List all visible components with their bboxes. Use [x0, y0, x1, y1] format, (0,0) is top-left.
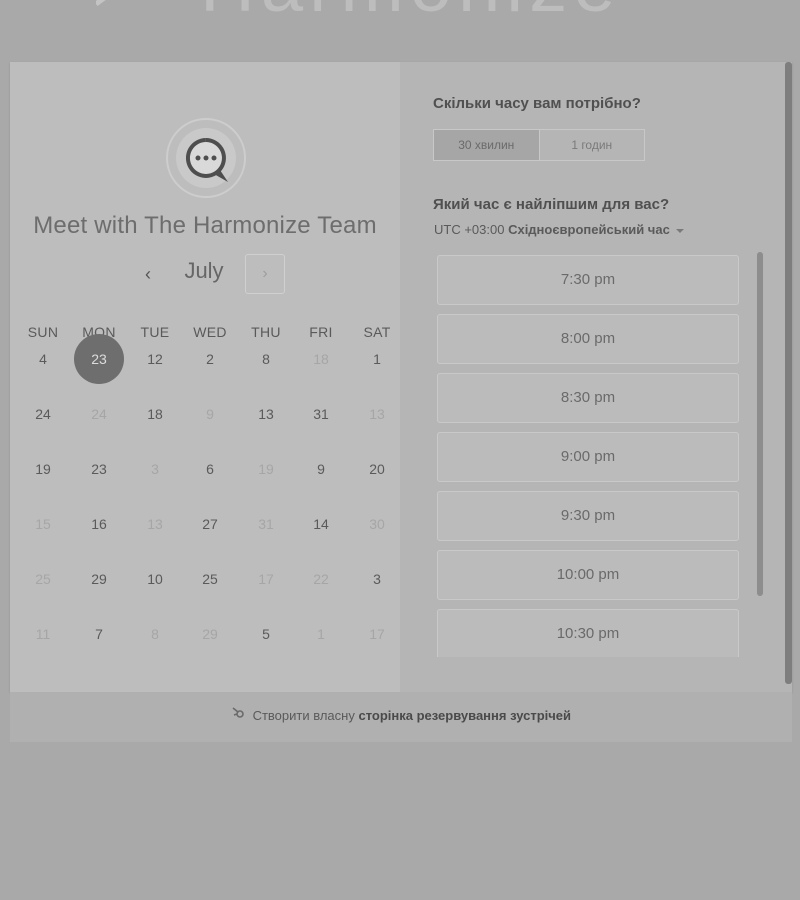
calendar-day[interactable]: 31 — [296, 389, 346, 439]
hubspot-sprocket-icon — [231, 692, 245, 740]
calendar-day[interactable]: 2 — [185, 334, 235, 384]
calendar-day: 15 — [35, 516, 51, 532]
calendar-day: 25 — [35, 571, 51, 587]
calendar-day[interactable]: 16 — [74, 499, 124, 549]
footer-bar: Створити власну сторінка резервування зу… — [10, 692, 792, 742]
duration-option-60[interactable]: 1 годин — [540, 130, 645, 160]
duration-question: Скільки часу вам потрібно? — [433, 95, 641, 112]
calendar-day[interactable]: 10 — [130, 554, 180, 604]
footer-link[interactable]: сторінка резервування зустрічей — [358, 708, 571, 723]
calendar-day: 19 — [258, 461, 274, 477]
prev-month-button[interactable]: ‹ — [134, 260, 162, 288]
timezone-offset: UTC +03:00 — [434, 222, 505, 237]
host-avatar — [166, 118, 246, 198]
month-navigation: ‹ July › — [10, 254, 400, 298]
calendar-day: 24 — [91, 406, 107, 422]
time-panel: Скільки часу вам потрібно? 30 хвилин 1 г… — [400, 62, 792, 692]
time-slot-button[interactable]: 7:30 pm — [437, 255, 739, 305]
calendar-day[interactable]: 6 — [185, 444, 235, 494]
time-slot-button[interactable]: 8:00 pm — [437, 314, 739, 364]
calendar-day: 30 — [369, 516, 385, 532]
calendar-day[interactable]: 24 — [18, 389, 68, 439]
chevron-down-icon — [675, 228, 684, 233]
chat-bubble-icon — [185, 138, 228, 182]
calendar-day[interactable]: 29 — [74, 554, 124, 604]
meetings-widget: Meet with The Harmonize Team ‹ July › SU… — [10, 62, 792, 692]
calendar-day[interactable]: 19 — [18, 444, 68, 494]
time-slot-list: 7:30 pm 8:00 pm 8:30 pm 9:00 pm 9:30 pm 10:00… — [437, 255, 741, 657]
month-label: July — [184, 258, 224, 283]
calendar-day[interactable]: 18 — [130, 389, 180, 439]
calendar-day[interactable]: 13 — [241, 389, 291, 439]
time-slot-button[interactable]: 8:30 pm — [437, 373, 739, 423]
timezone-name: Східноєвропейський час — [508, 222, 670, 237]
harmonize-logo-icon — [96, 0, 106, 7]
calendar-day[interactable]: 1 — [352, 334, 402, 384]
slot-list-scrollbar[interactable] — [757, 252, 763, 596]
calendar-day[interactable]: 27 — [185, 499, 235, 549]
footer-prefix: Створити власну — [252, 708, 355, 723]
calendar-day: 1 — [317, 626, 325, 642]
calendar-day[interactable]: 25 — [185, 554, 235, 604]
calendar-day: 29 — [202, 626, 218, 642]
calendar-day[interactable]: 20 — [352, 444, 402, 494]
duration-selector: 30 хвилин 1 годин — [433, 129, 645, 161]
calendar-day[interactable]: 12 — [130, 334, 180, 384]
duration-option-30[interactable]: 30 хвилин — [434, 130, 540, 160]
time-slot-button[interactable]: 9:00 pm — [437, 432, 739, 482]
calendar-day: 9 — [206, 406, 214, 422]
time-slot-button[interactable]: 10:00 pm — [437, 550, 739, 600]
brand-logo-text: Harmonize — [200, 0, 621, 29]
calendar-day[interactable]: 4 — [18, 334, 68, 384]
calendar-day: 17 — [369, 626, 385, 642]
calendar-day[interactable]: 14 — [296, 499, 346, 549]
page-scrollbar[interactable] — [785, 62, 792, 684]
brand-header: Harmonize — [0, 0, 800, 40]
calendar-day: 31 — [258, 516, 274, 532]
calendar-day: 18 — [313, 351, 329, 367]
calendar-day: 8 — [151, 626, 159, 642]
calendar-panel: Meet with The Harmonize Team ‹ July › SU… — [10, 62, 400, 692]
time-slot-button[interactable]: 10:30 pm — [437, 609, 739, 657]
calendar-day: 17 — [258, 571, 274, 587]
calendar-grid: 4 23 12 2 8 18 1 24 24 18 9 13 31 13 19 23 3 6 19 9 20 15 16 13… — [10, 334, 400, 664]
calendar-day: 11 — [35, 626, 51, 642]
calendar-day: 22 — [313, 571, 329, 587]
timezone-selector[interactable]: UTC +03:00 Східноєвропейський час — [434, 222, 684, 237]
calendar-day[interactable]: 5 — [241, 609, 291, 659]
calendar-day[interactable]: 8 — [241, 334, 291, 384]
calendar-day: 13 — [369, 406, 385, 422]
calendar-day[interactable]: 7 — [74, 609, 124, 659]
calendar-day-selected[interactable]: 23 — [74, 334, 124, 384]
calendar-day[interactable]: 3 — [352, 554, 402, 604]
calendar-day[interactable]: 23 — [74, 444, 124, 494]
calendar-day: 3 — [151, 461, 159, 477]
host-title: Meet with The Harmonize Team — [33, 212, 377, 239]
calendar-day[interactable]: 9 — [296, 444, 346, 494]
time-slot-button[interactable]: 9:30 pm — [437, 491, 739, 541]
calendar-day: 13 — [147, 516, 163, 532]
time-question: Який час є найліпшим для вас? — [433, 196, 670, 213]
next-month-button[interactable]: › — [245, 254, 285, 294]
